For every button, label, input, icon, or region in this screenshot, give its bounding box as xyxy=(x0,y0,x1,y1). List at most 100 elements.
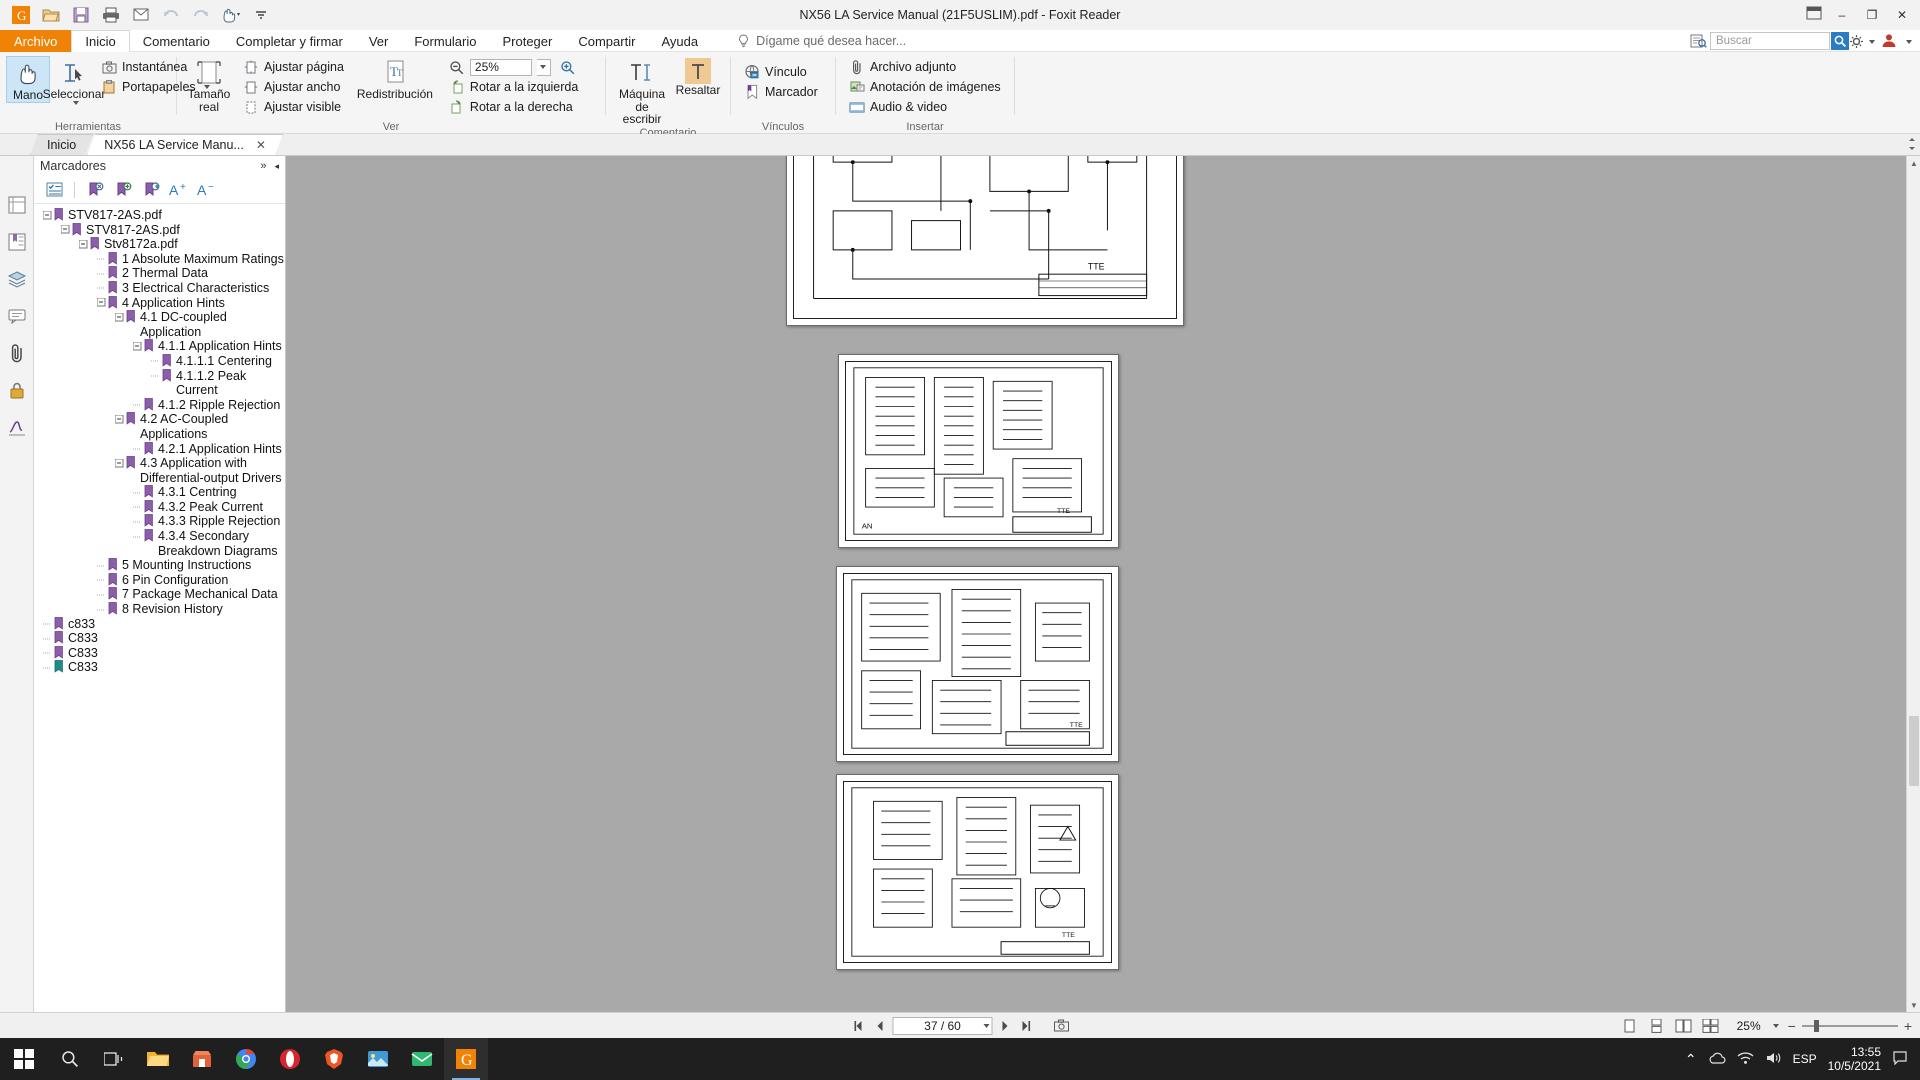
search-input[interactable]: Buscar xyxy=(1710,32,1830,50)
single-page-view-icon[interactable] xyxy=(1621,1017,1639,1035)
status-zoom-level[interactable]: 25% xyxy=(1737,1019,1761,1033)
bookmark-item[interactable]: Stv8172a.pdf xyxy=(34,237,285,252)
maximize-button[interactable]: ❐ xyxy=(1858,4,1886,26)
bookmark-item[interactable]: 2 Thermal Data xyxy=(34,266,285,281)
bookmark-item[interactable]: C833 xyxy=(34,631,285,646)
zoom-in-button[interactable]: + xyxy=(1904,1018,1912,1034)
bookmark-item[interactable]: 4.2.1 Application Hints xyxy=(34,442,285,457)
first-page-icon[interactable] xyxy=(851,1018,867,1034)
bookmark-item[interactable]: 4.3 Application with Differential-output… xyxy=(34,456,285,485)
bookmark-item[interactable]: 4.3.3 Ripple Rejection xyxy=(34,514,285,529)
delete-bookmark-icon[interactable] xyxy=(83,179,107,201)
foxit-reader-icon[interactable]: G xyxy=(444,1038,488,1080)
collapse-expander-icon[interactable] xyxy=(78,237,89,251)
store-icon[interactable] xyxy=(180,1038,224,1080)
next-page-icon[interactable] xyxy=(998,1018,1014,1034)
onedrive-icon[interactable] xyxy=(1708,1051,1726,1068)
task-view-icon[interactable] xyxy=(92,1038,136,1080)
hand-tool-icon[interactable] xyxy=(216,2,246,28)
user-avatar[interactable] xyxy=(1881,32,1897,51)
rotate-left-button[interactable]: Rotar a la izquierda xyxy=(446,78,581,96)
account-dropdown-caret-icon[interactable] xyxy=(1906,39,1912,44)
audio-video-button[interactable]: Audio & video xyxy=(846,98,1004,116)
typewriter-button[interactable]: Máquina de escribir xyxy=(613,56,671,126)
collapse-expander-icon[interactable] xyxy=(132,339,143,353)
notifications-icon[interactable] xyxy=(1892,1050,1908,1068)
opera-icon[interactable] xyxy=(268,1038,312,1080)
comments-icon[interactable] xyxy=(4,303,30,329)
find-text-icon[interactable] xyxy=(1688,32,1708,50)
bookmark-item[interactable]: 4.3.1 Centring xyxy=(34,485,285,500)
clock[interactable]: 13:55 10/5/2021 xyxy=(1828,1045,1881,1073)
network-icon[interactable] xyxy=(1737,1051,1754,1068)
previous-page-icon[interactable] xyxy=(872,1018,888,1034)
page-thumbnail[interactable]: TTE xyxy=(786,156,1184,326)
scroll-down-arrow-icon[interactable]: ▼ xyxy=(1907,998,1920,1012)
image-annotation-button[interactable]: Anotación de imágenes xyxy=(846,78,1004,96)
hide-panel-icon[interactable]: ◂ xyxy=(274,161,279,172)
last-page-icon[interactable] xyxy=(1019,1018,1035,1034)
collapse-expander-icon[interactable] xyxy=(42,208,53,222)
add-bookmark-icon[interactable] xyxy=(111,179,135,201)
volume-icon[interactable] xyxy=(1765,1051,1782,1068)
collapse-expander-icon[interactable] xyxy=(114,412,125,426)
zoom-slider-knob[interactable] xyxy=(1813,1019,1819,1032)
zoom-out-icon[interactable] xyxy=(449,59,465,75)
bookmarks-icon[interactable] xyxy=(4,229,30,255)
bookmark-item[interactable]: 8 Revision History xyxy=(34,602,285,617)
bookmark-item[interactable]: 5 Mounting Instructions xyxy=(34,558,285,573)
bookmark-item[interactable]: 4.1.1.1 Centering xyxy=(34,354,285,369)
reflow-button[interactable]: TT Redistribución xyxy=(349,56,441,101)
tab-proteger[interactable]: Proteger xyxy=(489,30,565,52)
bookmark-item[interactable]: STV817-2AS.pdf xyxy=(34,208,285,223)
snapshot-icon[interactable] xyxy=(1054,1018,1070,1034)
bookmark-item[interactable]: 4.1.1 Application Hints xyxy=(34,339,285,354)
increase-font-icon[interactable]: A + xyxy=(167,179,191,201)
brave-icon[interactable] xyxy=(312,1038,356,1080)
collapse-expander-icon[interactable] xyxy=(60,223,71,237)
bookmark-item[interactable]: C833 xyxy=(34,660,285,675)
doc-tab-nx56[interactable]: NX56 LA Service Manu... ✕ xyxy=(87,134,283,155)
bookmark-options-icon[interactable] xyxy=(42,179,66,201)
facing-view-icon[interactable] xyxy=(1675,1017,1693,1035)
collapse-expander-icon[interactable] xyxy=(96,296,107,310)
zoom-out-button[interactable]: − xyxy=(1788,1018,1796,1034)
collapse-expander-icon[interactable] xyxy=(114,310,125,324)
bookmark-item[interactable]: 4.1 DC-coupled Application xyxy=(34,310,285,339)
email-icon[interactable] xyxy=(126,2,156,28)
doc-tab-scroll-buttons[interactable] xyxy=(1906,135,1918,153)
page-thumbnails-icon[interactable] xyxy=(4,192,30,218)
signature-icon[interactable] xyxy=(4,414,30,440)
continuous-view-icon[interactable] xyxy=(1648,1017,1666,1035)
tab-comentario[interactable]: Comentario xyxy=(130,30,223,52)
bookmark-item[interactable]: c833 xyxy=(34,617,285,632)
actual-size-button[interactable]: Tamaño real xyxy=(183,56,235,113)
foxit-logo-icon[interactable]: G xyxy=(6,2,36,28)
fit-visible-button[interactable]: Ajustar visible xyxy=(240,98,347,116)
fit-width-button[interactable]: Ajustar ancho xyxy=(240,78,347,96)
photos-icon[interactable] xyxy=(356,1038,400,1080)
tab-compartir[interactable]: Compartir xyxy=(565,30,648,52)
search-button[interactable] xyxy=(1830,31,1850,51)
file-attachment-button[interactable]: Archivo adjunto xyxy=(846,58,1004,76)
ribbon-display-options-icon[interactable] xyxy=(1804,3,1824,23)
rotate-right-button[interactable]: Rotar a la derecha xyxy=(446,98,581,116)
zoom-slider[interactable]: − + xyxy=(1788,1018,1912,1034)
taskbar-search-icon[interactable] xyxy=(48,1038,92,1080)
close-button[interactable]: ✕ xyxy=(1888,4,1916,26)
bookmark-item[interactable]: 4 Application Hints xyxy=(34,296,285,311)
mail-icon[interactable] xyxy=(400,1038,444,1080)
expand-panel-icon[interactable]: » xyxy=(260,160,266,172)
doc-tab-inicio[interactable]: Inicio xyxy=(30,134,93,155)
bookmark-item[interactable]: 4.2 AC-Coupled Applications xyxy=(34,412,285,441)
bookmark-item[interactable]: STV817-2AS.pdf xyxy=(34,223,285,238)
collapse-expander-icon[interactable] xyxy=(114,456,125,470)
bookmark-item[interactable]: C833 xyxy=(34,646,285,661)
tab-completar-y-firmar[interactable]: Completar y firmar xyxy=(223,30,356,52)
bookmark-item[interactable]: 4.1.2 Ripple Rejection xyxy=(34,398,285,413)
settings-gear-icon[interactable] xyxy=(1849,34,1875,49)
bookmark-item[interactable]: 4.3.4 Secondary Breakdown Diagrams xyxy=(34,529,285,558)
link-button[interactable]: Vínculo xyxy=(741,63,821,81)
continuous-facing-view-icon[interactable] xyxy=(1702,1017,1720,1035)
layers-icon[interactable] xyxy=(4,266,30,292)
